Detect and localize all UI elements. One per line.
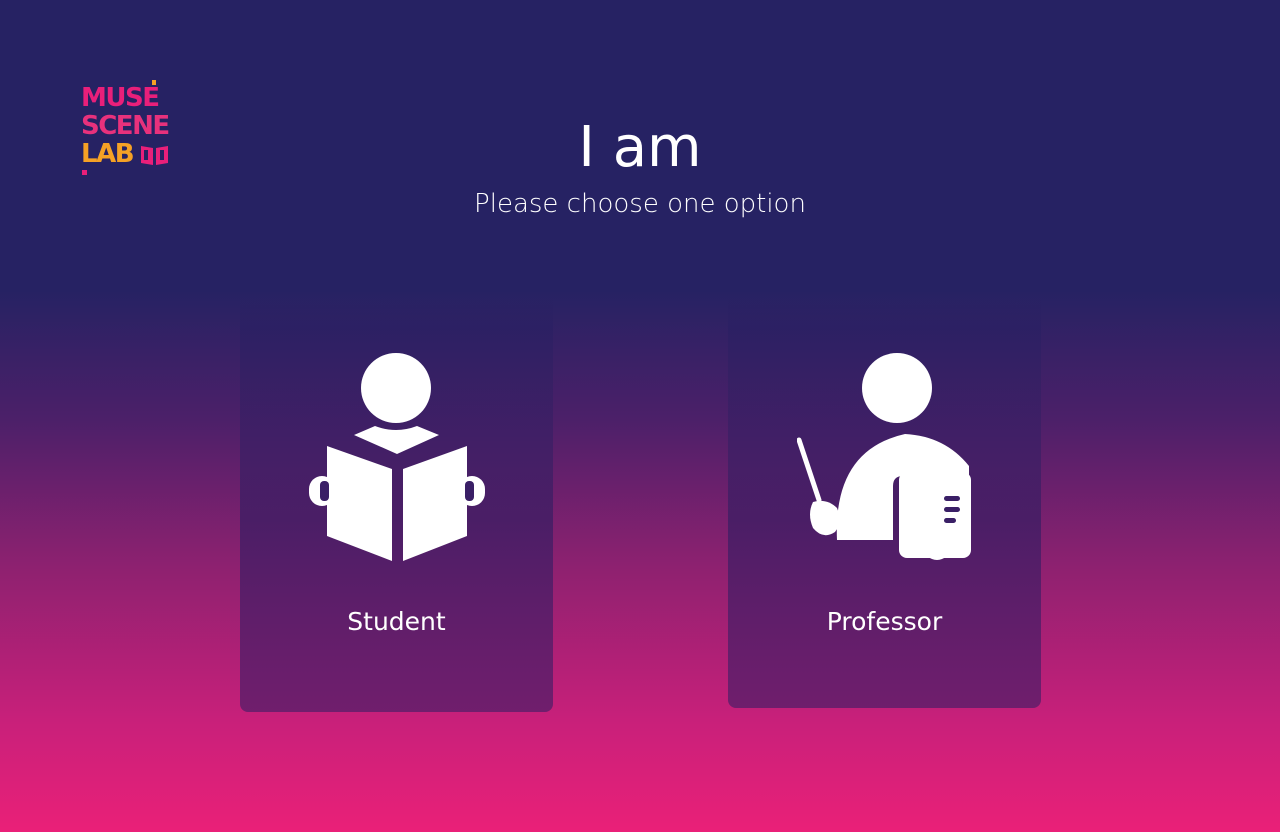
professor-option-card[interactable]: Professor [728,290,1041,708]
student-option-card[interactable]: Student [240,290,553,712]
page-title: I am [578,115,702,180]
professor-pointer-icon [796,353,971,560]
student-reading-icon [308,353,485,561]
page-subtitle: Please choose one option [474,189,806,219]
logo-line-muse: MUSE [81,83,160,113]
student-option-label: Student [347,607,446,636]
professor-option-label: Professor [826,607,943,636]
